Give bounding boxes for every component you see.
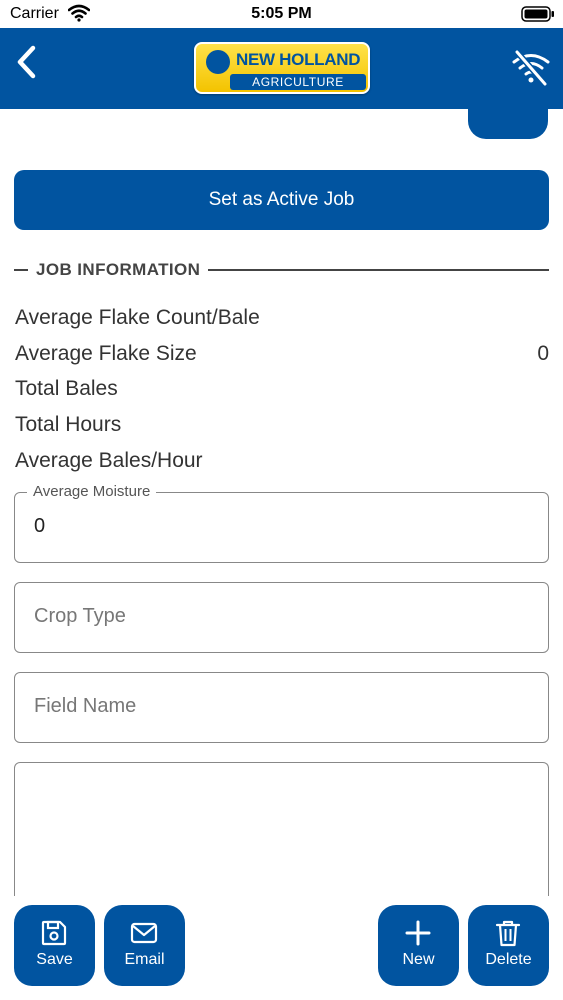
info-row-total-hours: Total Hours [15, 410, 549, 440]
divider [14, 269, 28, 271]
status-bar: Carrier 5:05 PM [0, 0, 563, 28]
email-label: Email [124, 951, 165, 968]
section-title: JOB INFORMATION [36, 260, 201, 279]
info-label: Total Bales [15, 377, 118, 400]
trash-icon [495, 920, 521, 947]
scrolled-button[interactable] [468, 109, 548, 139]
wifi-off-icon[interactable] [511, 48, 551, 88]
plus-icon [405, 920, 431, 946]
info-row-total-bales: Total Bales [15, 374, 549, 404]
email-button[interactable]: Email [104, 905, 185, 986]
new-holland-logo: NEW HOLLAND AGRICULTURE [194, 42, 370, 94]
logo-title: NEW HOLLAND [236, 50, 361, 69]
info-label: Average Flake Size [15, 342, 197, 365]
envelope-icon [130, 922, 158, 944]
field-label: Average Moisture [27, 483, 157, 500]
info-label: Average Flake Count/Bale [15, 306, 260, 329]
new-label: New [402, 951, 435, 968]
info-row-flake-size: Average Flake Size 0 [15, 339, 549, 369]
info-label: Total Hours [15, 413, 122, 436]
crop-type-field[interactable]: Crop Type [14, 582, 549, 653]
info-row-bales-per-hour: Average Bales/Hour [15, 446, 549, 476]
clock: 5:05 PM [251, 5, 312, 22]
save-label: Save [36, 951, 73, 968]
battery-icon [521, 6, 554, 22]
nav-bar: NEW HOLLAND AGRICULTURE [0, 28, 563, 109]
chevron-left-icon [17, 45, 36, 79]
leaf-icon [206, 50, 230, 74]
new-button[interactable]: New [378, 905, 459, 986]
back-button[interactable] [8, 40, 44, 84]
info-row-flake-count: Average Flake Count/Bale [15, 303, 549, 333]
field-placeholder: Field Name [34, 695, 137, 717]
set-active-job-button[interactable]: Set as Active Job [14, 170, 549, 230]
info-label: Average Bales/Hour [15, 449, 203, 472]
divider [208, 269, 549, 271]
logo-subtitle: AGRICULTURE [230, 74, 366, 90]
field-name-field[interactable]: Field Name [14, 672, 549, 743]
average-moisture-field[interactable]: Average Moisture 0 [14, 483, 549, 563]
job-information-header: JOB INFORMATION [14, 258, 549, 282]
delete-label: Delete [485, 951, 532, 968]
save-button[interactable]: Save [14, 905, 95, 986]
field-value: 0 [34, 515, 46, 537]
field-placeholder: Crop Type [34, 605, 126, 627]
info-value: 0 [537, 342, 549, 365]
delete-button[interactable]: Delete [468, 905, 549, 986]
floppy-disk-icon [41, 920, 67, 946]
